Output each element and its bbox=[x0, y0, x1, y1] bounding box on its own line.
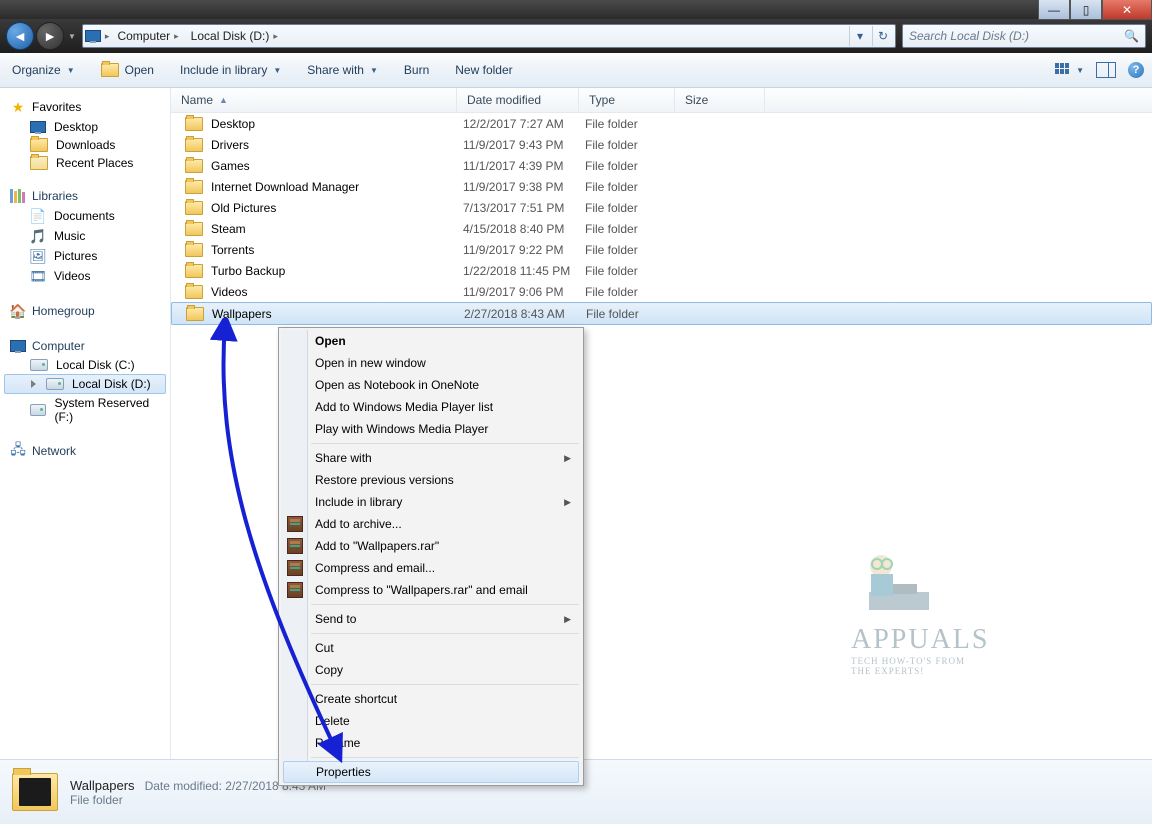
column-date[interactable]: Date modified bbox=[457, 88, 579, 112]
winrar-icon bbox=[287, 582, 303, 598]
file-row[interactable]: Drivers11/9/2017 9:43 PMFile folder bbox=[171, 134, 1152, 155]
toolbar: Organize ▼ Open Include in library ▼ Sha… bbox=[0, 53, 1152, 88]
file-row[interactable]: Old Pictures7/13/2017 7:51 PMFile folder bbox=[171, 197, 1152, 218]
sidebar-item-downloads[interactable]: Downloads bbox=[0, 136, 170, 154]
sidebar-item-local-disk-c[interactable]: Local Disk (C:) bbox=[0, 356, 170, 374]
ctx-restore-previous[interactable]: Restore previous versions bbox=[281, 469, 581, 491]
submenu-arrow-icon: ▶ bbox=[564, 497, 571, 508]
maximize-button[interactable]: ▯ bbox=[1070, 0, 1102, 20]
file-row[interactable]: Videos11/9/2017 9:06 PMFile folder bbox=[171, 281, 1152, 302]
sidebar-item-pictures[interactable]: 🖼Pictures bbox=[0, 246, 170, 266]
ctx-cut[interactable]: Cut bbox=[281, 637, 581, 659]
libraries-header[interactable]: Libraries bbox=[0, 186, 170, 206]
breadcrumb-local-disk-d[interactable]: Local Disk (D:) ▸ bbox=[187, 29, 282, 43]
file-row[interactable]: Torrents11/9/2017 9:22 PMFile folder bbox=[171, 239, 1152, 260]
winrar-icon bbox=[287, 538, 303, 554]
ctx-rename[interactable]: Rename bbox=[281, 732, 581, 754]
column-name[interactable]: Name▲ bbox=[171, 88, 457, 112]
winrar-icon bbox=[287, 516, 303, 532]
forward-button[interactable]: ► bbox=[36, 22, 64, 50]
ctx-delete[interactable]: Delete bbox=[281, 710, 581, 732]
ctx-copy[interactable]: Copy bbox=[281, 659, 581, 681]
explorer-window: — ▯ ✕ ◄ ► ▼ ▸ Computer ▸ Local Disk (D:)… bbox=[0, 0, 1152, 824]
share-with-button[interactable]: Share with ▼ bbox=[303, 61, 382, 79]
file-rows: Desktop12/2/2017 7:27 AMFile folder Driv… bbox=[171, 113, 1152, 325]
column-type[interactable]: Type bbox=[579, 88, 675, 112]
ctx-include-in-library[interactable]: Include in library▶ bbox=[281, 491, 581, 513]
computer-header[interactable]: Computer bbox=[0, 336, 170, 356]
column-size[interactable]: Size bbox=[675, 88, 765, 112]
history-dropdown[interactable]: ▼ bbox=[68, 32, 76, 41]
sidebar-item-documents[interactable]: 📄Documents bbox=[0, 206, 170, 226]
ctx-compress-rar-email[interactable]: Compress to "Wallpapers.rar" and email bbox=[281, 579, 581, 601]
back-button[interactable]: ◄ bbox=[6, 22, 34, 50]
address-history-dropdown[interactable]: ▾ bbox=[849, 26, 870, 46]
search-icon: 🔍 bbox=[1124, 29, 1139, 43]
ctx-separator bbox=[311, 757, 579, 758]
ctx-open-onenote[interactable]: Open as Notebook in OneNote bbox=[281, 374, 581, 396]
homegroup-header[interactable]: 🏠Homegroup bbox=[0, 300, 170, 322]
burn-button[interactable]: Burn bbox=[400, 61, 433, 79]
minimize-button[interactable]: — bbox=[1038, 0, 1070, 20]
help-button[interactable]: ? bbox=[1128, 62, 1144, 78]
refresh-button[interactable]: ↻ bbox=[872, 26, 893, 46]
include-in-library-button[interactable]: Include in library ▼ bbox=[176, 61, 285, 79]
ctx-create-shortcut[interactable]: Create shortcut bbox=[281, 688, 581, 710]
submenu-arrow-icon: ▶ bbox=[564, 614, 571, 625]
submenu-arrow-icon: ▶ bbox=[564, 453, 571, 464]
preview-pane-button[interactable] bbox=[1096, 62, 1116, 78]
sidebar-item-recent-places[interactable]: Recent Places bbox=[0, 154, 170, 172]
ctx-separator bbox=[311, 684, 579, 685]
ctx-separator bbox=[311, 604, 579, 605]
search-placeholder: Search Local Disk (D:) bbox=[909, 29, 1029, 43]
file-row[interactable]: Turbo Backup1/22/2018 11:45 PMFile folde… bbox=[171, 260, 1152, 281]
file-row[interactable]: Internet Download Manager11/9/2017 9:38 … bbox=[171, 176, 1152, 197]
ctx-open-new-window[interactable]: Open in new window bbox=[281, 352, 581, 374]
ctx-add-wmp-list[interactable]: Add to Windows Media Player list bbox=[281, 396, 581, 418]
watermark: APPUALS TECH HOW-TO'S FROM THE EXPERTS! bbox=[851, 548, 989, 676]
navigation-pane: ★Favorites Desktop Downloads Recent Plac… bbox=[0, 88, 171, 769]
titlebar: — ▯ ✕ bbox=[0, 0, 1152, 19]
file-row-selected[interactable]: Wallpapers2/27/2018 8:43 AMFile folder bbox=[171, 302, 1152, 325]
navbar: ◄ ► ▼ ▸ Computer ▸ Local Disk (D:) ▸ ▾ ↻… bbox=[0, 19, 1152, 53]
breadcrumb-computer[interactable]: Computer ▸ bbox=[113, 29, 182, 43]
ctx-properties[interactable]: Properties bbox=[283, 761, 579, 783]
details-date-label: Date modified: bbox=[145, 779, 222, 793]
sidebar-item-videos[interactable]: 🎞Videos bbox=[0, 266, 170, 286]
ctx-add-to-rar[interactable]: Add to "Wallpapers.rar" bbox=[281, 535, 581, 557]
sidebar-item-system-reserved[interactable]: System Reserved (F:) bbox=[0, 394, 170, 426]
file-row[interactable]: Desktop12/2/2017 7:27 AMFile folder bbox=[171, 113, 1152, 134]
ctx-add-to-archive[interactable]: Add to archive... bbox=[281, 513, 581, 535]
details-item-type: File folder bbox=[70, 793, 326, 807]
details-item-name: Wallpapers bbox=[70, 778, 135, 793]
computer-icon bbox=[85, 28, 101, 44]
sidebar-item-desktop[interactable]: Desktop bbox=[0, 118, 170, 136]
ctx-play-wmp[interactable]: Play with Windows Media Player bbox=[281, 418, 581, 440]
view-options-button[interactable]: ▼ bbox=[1055, 63, 1084, 77]
ctx-separator bbox=[311, 633, 579, 634]
ctx-send-to[interactable]: Send to▶ bbox=[281, 608, 581, 630]
ctx-open[interactable]: Open bbox=[281, 330, 581, 352]
sidebar-item-music[interactable]: 🎵Music bbox=[0, 226, 170, 246]
open-button[interactable]: Open bbox=[97, 61, 158, 79]
file-row[interactable]: Steam4/15/2018 8:40 PMFile folder bbox=[171, 218, 1152, 239]
context-menu: Open Open in new window Open as Notebook… bbox=[278, 327, 584, 786]
winrar-icon bbox=[287, 560, 303, 576]
favorites-header[interactable]: ★Favorites bbox=[0, 96, 170, 118]
close-button[interactable]: ✕ bbox=[1102, 0, 1152, 20]
address-bar[interactable]: ▸ Computer ▸ Local Disk (D:) ▸ ▾ ↻ bbox=[82, 24, 896, 48]
organize-button[interactable]: Organize ▼ bbox=[8, 61, 79, 79]
folder-icon-large bbox=[12, 773, 58, 811]
column-headers: Name▲ Date modified Type Size bbox=[171, 88, 1152, 113]
file-row[interactable]: Games11/1/2017 4:39 PMFile folder bbox=[171, 155, 1152, 176]
ctx-separator bbox=[311, 443, 579, 444]
sort-asc-icon: ▲ bbox=[219, 95, 228, 105]
sidebar-item-local-disk-d[interactable]: Local Disk (D:) bbox=[4, 374, 166, 394]
new-folder-button[interactable]: New folder bbox=[451, 61, 516, 79]
network-header[interactable]: 🖧Network bbox=[0, 440, 170, 462]
search-input[interactable]: Search Local Disk (D:) 🔍 bbox=[902, 24, 1146, 48]
ctx-compress-email[interactable]: Compress and email... bbox=[281, 557, 581, 579]
ctx-share-with[interactable]: Share with▶ bbox=[281, 447, 581, 469]
